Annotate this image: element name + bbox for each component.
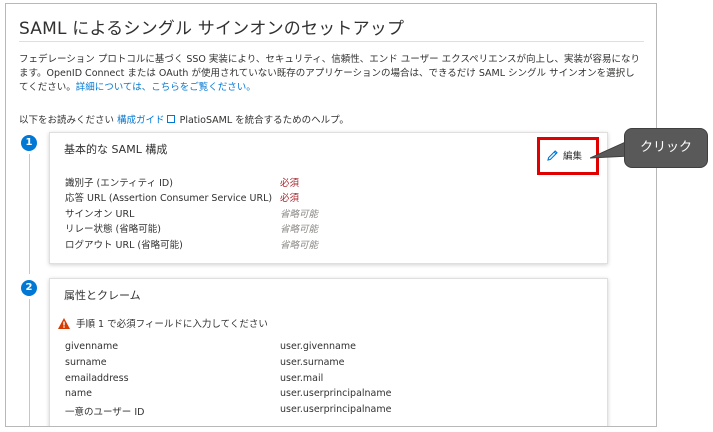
learn-more-link[interactable]: 詳細については、こちらをご覧ください。 [76,82,256,93]
step-2-badge: 2 [21,280,37,296]
configuration-guide-line: 以下をお読みください 構成ガイド PlatioSAML を統合するためのヘルプ。 [19,112,349,126]
saml-setup-panel: SAML によるシングル サインオンのセットアップ フェデレーション プロトコル… [5,3,657,427]
claim-name: givenname [65,341,119,352]
edit-label: 編集 [563,151,583,162]
claim-value: user.givenname [280,341,356,352]
row-status-required: 必須 [280,178,300,189]
row-label: ログアウト URL (省略可能) [65,240,183,251]
intro-text: フェデレーション プロトコルに基づく SSO 実装により、セキュリティ、信頼性、… [19,53,642,95]
row-status-optional: 省略可能 [280,224,319,235]
configuration-guide-link[interactable]: 構成ガイド [117,115,165,126]
page-title: SAML によるシングル サインオンのセットアップ [19,19,405,39]
warning-icon [58,317,70,332]
attributes-claims-title: 属性とクレーム [64,289,141,302]
title-divider [19,41,644,42]
step-connector [29,299,30,426]
step-connector [29,154,30,274]
row-label: リレー状態 (省略可能) [65,224,161,235]
guide-suffix: PlatioSAML を統合するためのヘルプ。 [179,115,349,126]
row-label: 応答 URL (Assertion Consumer Service URL) [65,193,273,204]
claim-name: 一意のユーザー ID [65,407,145,418]
pencil-icon [546,149,559,165]
edit-button-content[interactable]: 編集 [546,148,582,165]
claim-value: user.userprincipalname [280,388,392,399]
step-1-badge: 1 [21,135,37,151]
click-callout: クリック [624,128,708,168]
guide-prefix: 以下をお読みください [19,115,115,126]
claim-value: user.userprincipalname [280,404,392,415]
claim-name: surname [65,357,107,368]
basic-saml-config-card: 基本的な SAML 構成 識別子 (エンティティ ID) 必須 応答 URL (… [49,132,608,264]
required-fields-warning: 手順 1 で必須フィールドに入力してください [58,316,268,332]
external-link-icon [166,115,175,123]
attributes-claims-card: 属性とクレーム givenname user.givenname surname… [49,278,608,426]
row-status-optional: 省略可能 [280,240,319,251]
claim-value: user.mail [280,373,324,384]
claim-name: name [65,388,92,399]
row-label: 識別子 (エンティティ ID) [65,178,173,189]
basic-saml-config-title: 基本的な SAML 構成 [64,143,168,156]
row-status-required: 必須 [280,193,300,204]
claim-name: emailaddress [65,373,129,384]
row-status-optional: 省略可能 [280,209,319,220]
row-label: サインオン URL [65,209,135,220]
warning-text: 手順 1 で必須フィールドに入力してください [76,319,268,330]
claim-value: user.surname [280,357,345,368]
